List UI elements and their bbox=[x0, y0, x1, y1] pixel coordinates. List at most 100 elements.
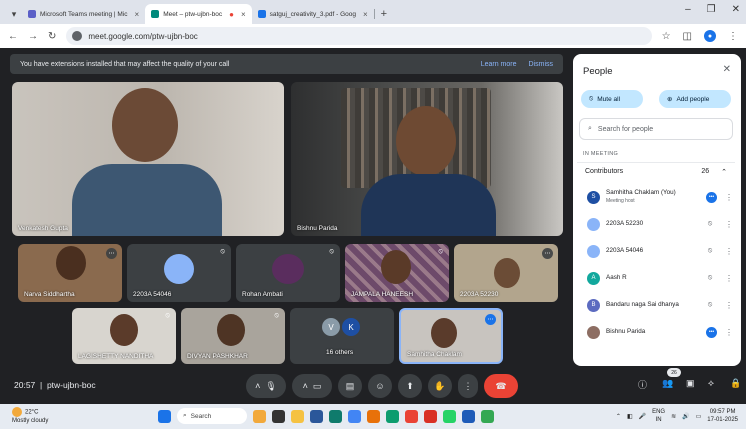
tab-meet[interactable]: Meet – ptw-ujbn-boc ● × bbox=[145, 4, 252, 24]
close-window-icon[interactable]: ✕ bbox=[732, 4, 740, 15]
others-tile[interactable]: V K 16 others bbox=[290, 308, 394, 364]
more-options-button[interactable]: ⋮ bbox=[458, 374, 478, 398]
mic-off-icon[interactable]: ⦸ bbox=[703, 247, 717, 255]
participant-name: Bishnu Parida bbox=[606, 328, 646, 335]
video-tile-main-left[interactable]: Venkatesh Gupta bbox=[12, 82, 284, 236]
weather-widget[interactable]: 22°C Mostly cloudy bbox=[12, 407, 48, 425]
language-indicator[interactable]: ENG IN bbox=[652, 408, 665, 424]
bookmark-star-icon[interactable]: ☆ bbox=[662, 31, 671, 42]
tray-app-icon[interactable]: ◧ bbox=[627, 413, 633, 420]
participant-name: Narva Siddhartha bbox=[24, 291, 75, 298]
more-options-icon[interactable]: ⋮ bbox=[723, 301, 735, 310]
more-options-icon[interactable]: ⋯ bbox=[106, 248, 117, 259]
participant-row[interactable]: S Samhitha Chaklam (You) Meeting host •••… bbox=[579, 184, 735, 210]
participant-name: 2203A 54046 bbox=[606, 247, 644, 254]
minimize-icon[interactable]: – bbox=[685, 4, 691, 15]
app-icon[interactable] bbox=[348, 409, 361, 423]
participant-name: Venkatesh Gupta bbox=[18, 225, 68, 232]
word-icon[interactable] bbox=[462, 409, 475, 423]
back-icon[interactable]: ← bbox=[8, 31, 18, 42]
participant-row[interactable]: 2203A 52230 ⦸ ⋮ bbox=[579, 211, 735, 237]
tab-teams[interactable]: Microsoft Teams meeting | Mic × bbox=[22, 4, 145, 24]
reactions-button[interactable]: ☺ bbox=[368, 374, 392, 398]
forward-icon[interactable]: → bbox=[28, 31, 38, 42]
microphone-icon[interactable]: 🎤 bbox=[639, 413, 646, 420]
contributors-header[interactable]: Contributors 26 ⌃ bbox=[577, 162, 735, 180]
chevron-up-icon[interactable]: ⌃ bbox=[616, 413, 621, 420]
mic-toggle-button[interactable]: ˄ 🎙 bbox=[246, 374, 286, 398]
site-info-icon[interactable] bbox=[72, 31, 83, 41]
people-icon[interactable]: 👥 bbox=[662, 378, 673, 389]
captions-button[interactable]: ▤ bbox=[338, 374, 362, 398]
chrome-icon[interactable] bbox=[405, 409, 418, 423]
video-tile[interactable]: ⋯ 2203A 52230 bbox=[454, 244, 558, 302]
mute-all-button[interactable]: ⦸ Mute all bbox=[581, 90, 643, 108]
participant-row[interactable]: 2203A 54046 ⦸ ⋮ bbox=[579, 238, 735, 264]
speaker-icon[interactable]: 🔊 bbox=[682, 413, 689, 420]
video-tile[interactable]: ⦸ DIVYAN PASHKHAR bbox=[181, 308, 285, 364]
tab-search-icon[interactable]: ▾ bbox=[6, 4, 22, 24]
camera-toggle-button[interactable]: ˄ ▭ bbox=[292, 374, 332, 398]
chrome-icon[interactable] bbox=[481, 409, 494, 423]
video-tile[interactable]: ⦸ 2203A 54046 bbox=[127, 244, 231, 302]
learn-more-link[interactable]: Learn more bbox=[481, 61, 517, 68]
add-people-button[interactable]: ⊕ Add people bbox=[659, 90, 731, 108]
video-tile[interactable]: ⦸ JAMPALA HANEESH bbox=[345, 244, 449, 302]
file-explorer-icon[interactable] bbox=[291, 409, 304, 423]
mic-off-icon[interactable]: ⦸ bbox=[703, 274, 717, 282]
mic-off-icon[interactable]: ⦸ bbox=[703, 220, 717, 228]
whatsapp-icon[interactable] bbox=[443, 409, 456, 423]
more-options-icon[interactable]: ⋮ bbox=[723, 274, 735, 283]
new-tab-button[interactable]: + bbox=[375, 4, 393, 24]
tab-pdf[interactable]: satguj_creativity_3.pdf - Goog × bbox=[252, 4, 374, 24]
mic-off-icon: ⦸ bbox=[329, 248, 334, 255]
widgets-icon[interactable] bbox=[253, 409, 266, 423]
leave-call-button[interactable]: ☎ bbox=[484, 374, 518, 398]
activities-icon[interactable]: ⟡ bbox=[708, 378, 714, 389]
more-options-icon[interactable]: ⋮ bbox=[723, 193, 735, 202]
battery-icon[interactable]: ▭ bbox=[696, 413, 702, 420]
video-tile[interactable]: ⋯ Narva Siddhartha bbox=[18, 244, 122, 302]
menu-dots-icon[interactable]: ⋮ bbox=[728, 31, 738, 42]
profile-avatar[interactable]: ● bbox=[704, 30, 716, 42]
store-icon[interactable] bbox=[310, 409, 323, 423]
raise-hand-button[interactable]: ✋ bbox=[428, 374, 452, 398]
chat-icon[interactable]: ▣ bbox=[686, 378, 695, 389]
more-options-icon[interactable]: ⋮ bbox=[723, 220, 735, 229]
more-options-icon[interactable]: ⋮ bbox=[723, 247, 735, 256]
edge-icon[interactable] bbox=[386, 409, 399, 423]
info-icon[interactable]: ⓘ bbox=[638, 378, 647, 391]
more-options-icon[interactable]: ⋮ bbox=[723, 328, 735, 337]
photos-icon[interactable] bbox=[367, 409, 380, 423]
participant-row[interactable]: B Bandaru naga Sai dhanya ⦸ ⋮ bbox=[579, 292, 735, 318]
chevron-up-icon[interactable]: ⌃ bbox=[721, 168, 727, 176]
host-controls-icon[interactable]: 🔒 bbox=[730, 378, 741, 389]
video-tile-self[interactable]: ⋯ Samhitha Chaklam bbox=[399, 308, 503, 364]
restore-icon[interactable]: ❐ bbox=[707, 4, 716, 15]
video-tile[interactable]: ⦸ LAGISHETTY NANDITHA bbox=[72, 308, 176, 364]
start-icon[interactable] bbox=[158, 409, 171, 423]
video-tile[interactable]: ⦸ Rohan Ambati bbox=[236, 244, 340, 302]
close-tab-icon[interactable]: × bbox=[241, 10, 246, 19]
mic-off-icon[interactable]: ⦸ bbox=[703, 301, 717, 309]
participant-row[interactable]: Bishnu Parida ••• ⋮ bbox=[579, 319, 735, 345]
address-bar[interactable]: meet.google.com/ptw-ujbn-boc bbox=[66, 27, 652, 45]
more-options-icon[interactable]: ⋯ bbox=[485, 314, 496, 325]
taskbar-search[interactable]: ⌕ Search bbox=[177, 408, 247, 424]
close-tab-icon[interactable]: × bbox=[135, 10, 140, 19]
more-options-icon[interactable]: ⋯ bbox=[542, 248, 553, 259]
close-tab-icon[interactable]: × bbox=[363, 10, 368, 19]
close-panel-icon[interactable]: ✕ bbox=[723, 64, 731, 75]
taskbar-clock[interactable]: 09:57 PM 17-01-2025 bbox=[707, 408, 738, 424]
wifi-icon[interactable]: ≋ bbox=[671, 413, 676, 420]
reload-icon[interactable]: ↻ bbox=[48, 31, 56, 42]
video-tile-main-right[interactable]: Bishnu Parida bbox=[291, 82, 563, 236]
dismiss-button[interactable]: Dismiss bbox=[529, 61, 554, 68]
people-search-input[interactable]: ⌕ Search for people bbox=[579, 118, 733, 140]
sidepanel-icon[interactable]: ◫ bbox=[683, 31, 692, 42]
task-view-icon[interactable] bbox=[272, 409, 285, 423]
present-button[interactable]: ⬆ bbox=[398, 374, 422, 398]
participant-row[interactable]: A Aash R ⦸ ⋮ bbox=[579, 265, 735, 291]
mail-icon[interactable] bbox=[329, 409, 342, 423]
youtube-icon[interactable] bbox=[424, 409, 437, 423]
